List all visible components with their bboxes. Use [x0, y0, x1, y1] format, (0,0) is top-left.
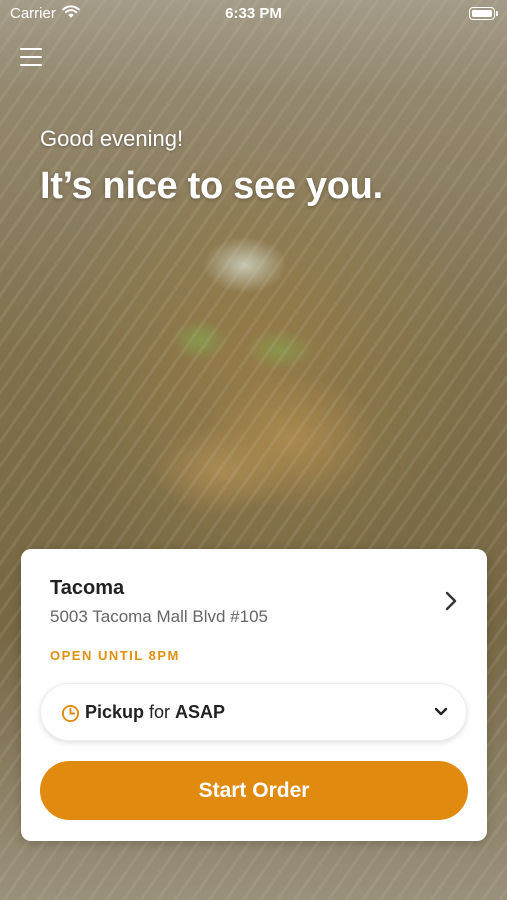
status-bar: Carrier 6:33 PM — [0, 0, 507, 28]
store-address: 5003 Tacoma Mall Blvd #105 — [50, 607, 268, 626]
menu-icon[interactable] — [20, 48, 42, 68]
welcome-headline: It’s nice to see you. — [40, 165, 383, 207]
clock-icon — [61, 704, 80, 723]
clock-time: 6:33 PM — [225, 5, 282, 22]
order-mode-dropdown[interactable]: Pickup for ASAP — [40, 683, 467, 741]
store-card: Tacoma 5003 Tacoma Mall Blvd #105 OPEN U… — [21, 549, 487, 841]
store-name: Tacoma — [50, 577, 125, 599]
order-mode-joiner: for — [149, 702, 171, 722]
order-mode-label: Pickup for ASAP — [85, 702, 225, 723]
chevron-down-icon — [434, 707, 448, 716]
greeting-text: Good evening! — [40, 126, 184, 151]
store-hours-badge: OPEN UNTIL 8PM — [50, 648, 180, 663]
order-mode-time: ASAP — [175, 702, 226, 722]
battery-icon — [469, 7, 498, 20]
chevron-right-icon[interactable] — [441, 589, 461, 613]
order-mode-type: Pickup — [85, 702, 145, 722]
start-order-button[interactable]: Start Order — [40, 761, 468, 820]
